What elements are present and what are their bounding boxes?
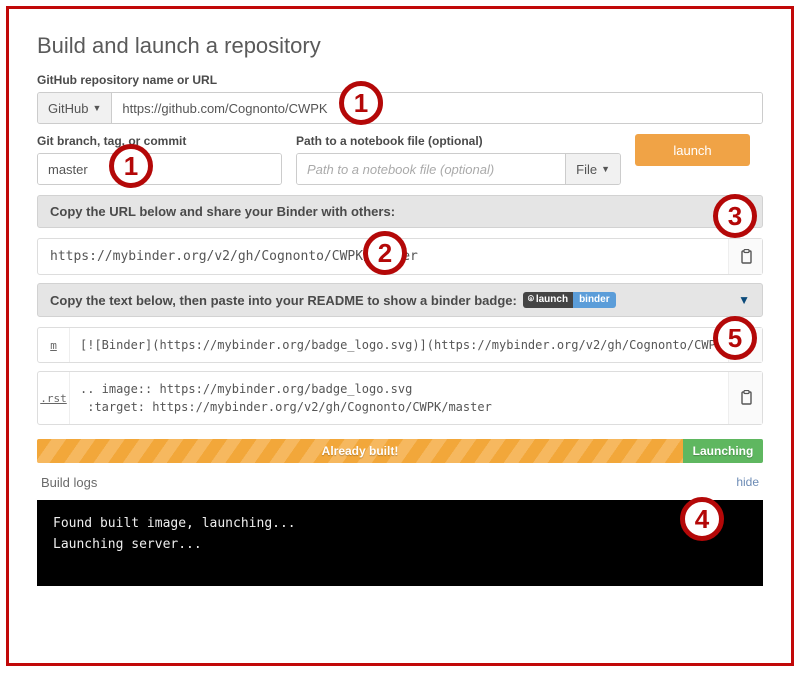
- branch-input[interactable]: [38, 154, 281, 184]
- branch-label: Git branch, tag, or commit: [37, 134, 282, 148]
- file-type-dropdown-label: File: [576, 162, 597, 177]
- provider-dropdown[interactable]: GitHub ▼: [38, 93, 112, 123]
- clipboard-icon: [739, 337, 753, 353]
- markdown-badge-text[interactable]: [![Binder](https://mybinder.org/badge_lo…: [70, 328, 728, 362]
- repo-url-input[interactable]: [112, 93, 762, 123]
- caret-down-icon: ▼: [601, 164, 610, 174]
- clipboard-icon: [739, 390, 753, 406]
- progress-status: Already built!: [37, 439, 683, 463]
- notebook-path-input[interactable]: [297, 154, 565, 184]
- copy-markdown-button[interactable]: [728, 328, 762, 362]
- badge-header-text: Copy the text below, then paste into you…: [50, 293, 517, 308]
- markdown-format-label: m: [38, 328, 70, 362]
- build-logs-terminal: Found built image, launching... Launchin…: [37, 500, 763, 586]
- clipboard-icon: [739, 249, 753, 265]
- rst-format-label: .rst: [38, 372, 70, 424]
- rings-icon: ⌾: [528, 293, 534, 307]
- rst-badge-text[interactable]: .. image:: https://mybinder.org/badge_lo…: [70, 372, 728, 424]
- binder-badge-preview: ⌾launch binder: [523, 292, 616, 308]
- notebook-path-label: Path to a notebook file (optional): [296, 134, 621, 148]
- badge-section-header[interactable]: Copy the text below, then paste into you…: [37, 283, 763, 317]
- file-type-dropdown[interactable]: File ▼: [565, 154, 620, 184]
- page-title: Build and launch a repository: [37, 33, 763, 59]
- progress-bar: Already built! Launching: [37, 439, 763, 463]
- provider-dropdown-label: GitHub: [48, 101, 88, 116]
- chevron-down-icon: ▼: [738, 293, 750, 307]
- progress-phase: Launching: [683, 439, 763, 463]
- copy-rst-button[interactable]: [728, 372, 762, 424]
- repo-url-label: GitHub repository name or URL: [37, 73, 763, 87]
- build-logs-label: Build logs: [41, 475, 97, 490]
- copy-url-button[interactable]: [728, 239, 762, 274]
- caret-down-icon: ▼: [92, 103, 101, 113]
- share-url-text[interactable]: https://mybinder.org/v2/gh/Cognonto/CWPK…: [38, 239, 728, 274]
- hide-logs-link[interactable]: hide: [736, 475, 759, 490]
- share-url-header: Copy the URL below and share your Binder…: [37, 195, 763, 228]
- launch-button[interactable]: launch: [635, 134, 750, 166]
